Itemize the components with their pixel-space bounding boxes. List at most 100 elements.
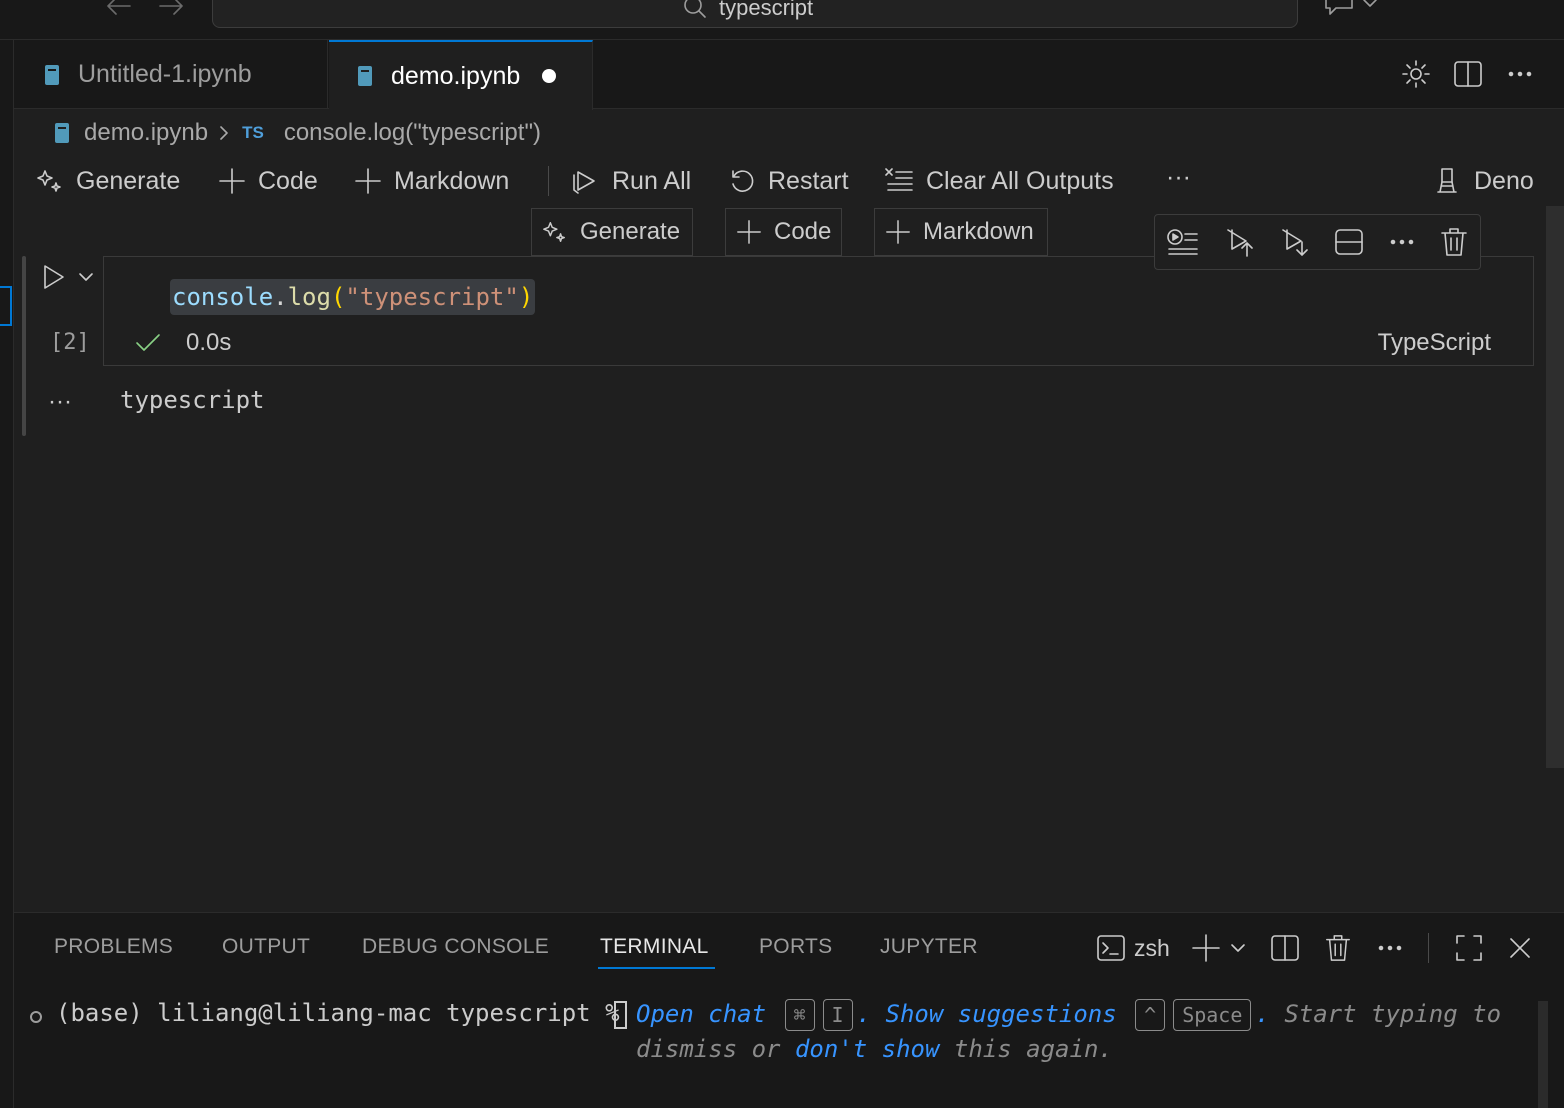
kernel-icon [1432, 166, 1462, 196]
panel-divider [1428, 933, 1429, 963]
tab-jupyter[interactable]: JUPYTER [880, 935, 978, 959]
code-token-object: console [172, 283, 274, 311]
tab-debug-console[interactable]: DEBUG CONSOLE [362, 935, 549, 959]
add-markdown-cell-button[interactable]: Markdown [354, 164, 509, 198]
restart-icon [728, 167, 756, 195]
clear-all-outputs-button[interactable]: Clear All Outputs [884, 164, 1114, 198]
tab-output[interactable]: OUTPUT [222, 935, 310, 959]
unsaved-dot-icon[interactable] [542, 69, 557, 83]
cell-code-line[interactable]: console.log("typescript") [170, 279, 536, 315]
tab-demo-ipynb[interactable]: demo.ipynb [329, 40, 593, 110]
execute-above-icon[interactable] [1166, 227, 1200, 257]
output-more-button[interactable]: ··· [48, 388, 72, 416]
plus-icon [218, 167, 246, 195]
kbd-space: Space [1173, 999, 1252, 1031]
open-chat-link[interactable]: Open chat [636, 1000, 766, 1028]
sparkle-icon [542, 219, 568, 245]
insert-generate-button[interactable]: Generate [531, 208, 693, 256]
check-icon [134, 330, 162, 356]
close-icon[interactable] [1506, 933, 1534, 963]
add-code-cell-button[interactable]: Code [218, 164, 318, 198]
tab-problems[interactable]: PROBLEMS [54, 935, 173, 959]
tab-ports[interactable]: PORTS [759, 935, 832, 959]
cell-focus-indicator [22, 256, 26, 436]
run-cell-and-below-icon[interactable] [1278, 226, 1310, 258]
code-token-dot: . [273, 283, 288, 311]
command-status-circle-icon [30, 1011, 42, 1023]
split-cell-icon[interactable] [1333, 226, 1365, 258]
restart-button[interactable]: Restart [728, 164, 849, 198]
terminal-cursor [614, 1001, 627, 1029]
back-arrow-icon[interactable] [104, 0, 134, 18]
toolbar-divider [548, 166, 549, 196]
breadcrumb-symbol[interactable]: console.log("typescript") [284, 119, 541, 147]
notebook-toolbar: Generate Code Markdown Run All Restart C… [14, 156, 1564, 206]
more-actions-icon[interactable] [1504, 58, 1536, 90]
more-actions-icon[interactable] [1376, 933, 1404, 963]
active-indicator [0, 286, 12, 326]
notebook-file-icon [357, 65, 373, 87]
kbd-i: I [822, 999, 853, 1031]
breadcrumb-file[interactable]: demo.ipynb [84, 119, 208, 147]
notebook-file-icon [44, 64, 60, 86]
dont-show-link[interactable]: don't show [795, 1035, 940, 1063]
chat-icon[interactable] [1322, 0, 1378, 18]
show-suggestions-link[interactable]: Show suggestions [886, 1000, 1117, 1028]
activity-strip [0, 40, 14, 1108]
cell-toolbar [1154, 214, 1481, 270]
run-cell-button[interactable] [40, 262, 100, 292]
maximize-panel-icon[interactable] [1454, 933, 1484, 963]
insert-code-button[interactable]: Code [725, 208, 842, 256]
terminal-prompt: (base) liliang@liliang-mac typescript % [56, 999, 620, 1027]
generate-button[interactable]: Generate [36, 164, 180, 198]
editor-tab-bar: Untitled-1.ipynb demo.ipynb [14, 40, 1564, 110]
code-token-function: log [287, 283, 331, 311]
kbd-ctrl: ^ [1135, 999, 1166, 1031]
forward-arrow-icon[interactable] [156, 0, 186, 18]
split-terminal-icon[interactable] [1270, 933, 1300, 963]
kill-terminal-icon[interactable] [1324, 933, 1352, 963]
clear-all-icon [884, 166, 914, 196]
code-cell-editor[interactable]: console.log("typescript") TypeScript [103, 256, 1534, 366]
split-editor-icon[interactable] [1452, 58, 1484, 90]
plus-icon [736, 219, 762, 245]
kernel-picker[interactable]: Deno [1432, 164, 1534, 198]
run-cell-and-above-icon[interactable] [1223, 226, 1255, 258]
terminal-hint-line-2: dismiss or don't show this again. [636, 1035, 1113, 1063]
delete-cell-icon[interactable] [1439, 226, 1469, 258]
terminal-shell-icon[interactable] [1096, 933, 1126, 963]
code-token-paren-close: ) [518, 283, 534, 311]
editor-scrollbar[interactable] [1546, 206, 1564, 768]
plus-icon [354, 167, 382, 195]
typescript-badge: TS [242, 123, 264, 142]
code-token-paren-open: ( [330, 283, 346, 311]
search-icon [683, 0, 709, 19]
terminal-hint-line-1: Open chat ⌘ I. Show suggestions ^ Space. S… [636, 999, 1501, 1031]
tab-terminal[interactable]: TERMINAL [598, 935, 715, 969]
cell-output: typescript [120, 386, 265, 414]
kbd-cmd: ⌘ [784, 999, 815, 1031]
notebook-file-icon [54, 122, 70, 144]
command-center-text: typescript [719, 0, 814, 20]
sparkle-icon [36, 167, 64, 195]
execution-time: 0.0s [186, 329, 232, 356]
cell-language-picker[interactable]: TypeScript [1378, 329, 1491, 357]
run-all-icon [570, 166, 600, 196]
terminal-shell-name[interactable]: zsh [1134, 935, 1170, 962]
command-center-search[interactable]: typescript [212, 0, 1298, 28]
execution-count: [2] [50, 330, 90, 355]
more-toolbar-button[interactable]: ··· [1166, 160, 1191, 194]
tab-untitled-ipynb[interactable]: Untitled-1.ipynb [14, 40, 328, 109]
terminal-scrollbar[interactable] [1538, 1001, 1548, 1108]
run-all-button[interactable]: Run All [570, 164, 691, 198]
title-bar: typescript [0, 0, 1564, 40]
tab-label: Untitled-1.ipynb [78, 60, 252, 88]
plus-icon [885, 219, 911, 245]
new-terminal-icon[interactable] [1192, 933, 1252, 963]
breadcrumb: demo.ipynb TS console.log("typescript") [54, 114, 541, 152]
gear-icon[interactable] [1400, 58, 1432, 90]
insert-markdown-button[interactable]: Markdown [874, 208, 1048, 256]
bottom-panel: PROBLEMS OUTPUT DEBUG CONSOLE TERMINAL P… [14, 912, 1564, 1108]
more-cell-actions-icon[interactable] [1388, 228, 1416, 256]
code-token-string: "typescript" [345, 283, 519, 311]
